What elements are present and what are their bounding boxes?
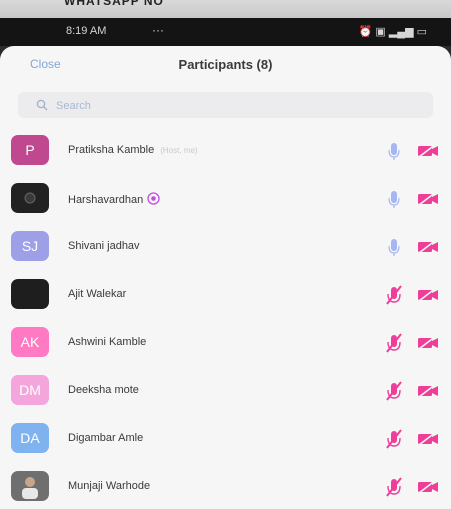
participant-row[interactable]: SJ Shivani jadhav [0, 226, 451, 274]
participant-name-text: Ashwini Kamble [68, 336, 147, 348]
host-tag: (Host, me) [160, 146, 198, 155]
participant-name-text: Shivani jadhav [68, 240, 140, 252]
participant-name: Shivani jadhav [68, 240, 140, 252]
avatar: SJ [11, 231, 49, 261]
camera-off-icon[interactable] [416, 479, 440, 495]
camera-off-icon[interactable] [416, 239, 440, 255]
verified-badge-icon [147, 192, 160, 208]
search-bar[interactable] [18, 92, 433, 118]
participant-name: Ashwini Kamble [68, 336, 146, 348]
mic-muted-icon[interactable] [384, 476, 404, 498]
participant-name-text: Deeksha mote [68, 384, 139, 396]
camera-off-icon[interactable] [416, 191, 440, 207]
search-icon [36, 99, 48, 111]
camera-off-icon[interactable] [416, 431, 440, 447]
status-overflow: ··· [152, 23, 164, 37]
mic-icon[interactable] [384, 236, 404, 258]
status-time: 8:19 AM [66, 25, 107, 37]
mic-muted-icon[interactable] [384, 428, 404, 450]
participant-name-text: Munjaji Warhode [68, 480, 151, 492]
mic-icon[interactable] [384, 140, 404, 162]
participant-name-text: Harshavardhan [68, 193, 144, 206]
mic-muted-icon[interactable] [384, 284, 404, 306]
signal-icon: ▂▄▆ [388, 26, 414, 38]
participant-row[interactable]: Harshavardhan [0, 178, 451, 226]
page-title: Participants (8) [178, 57, 273, 72]
avatar: DA [11, 423, 49, 453]
avatar: P [11, 135, 49, 165]
participant-name: Ajit Walekar [68, 288, 126, 300]
battery-icon: ▭ [416, 26, 427, 38]
status-icons: ⏰ ▣ ▂▄▆ ▭ [359, 25, 427, 38]
camera-off-icon[interactable] [416, 287, 440, 303]
alarm-icon: ⏰ [358, 26, 373, 38]
mic-icon[interactable] [384, 188, 404, 210]
status-bar: 8:19 AM ··· ⏰ ▣ ▂▄▆ ▭ [0, 18, 451, 46]
participant-row[interactable]: Ajit Walekar [0, 274, 451, 322]
frame-partial-text: WHATSAPP NO [64, 0, 164, 8]
participant-row[interactable]: Munjaji Warhode [0, 466, 451, 509]
participant-name: Deeksha mote [68, 384, 139, 396]
mic-muted-icon[interactable] [384, 332, 404, 354]
participant-row[interactable]: DA Digambar Amle [0, 418, 451, 466]
participant-name-text: Ajit Walekar [68, 288, 127, 300]
participant-name: Harshavardhan [68, 192, 160, 208]
avatar [11, 471, 49, 501]
avatar: DM [11, 375, 49, 405]
participant-name: Pratiksha Kamble (Host, me) [68, 144, 198, 156]
avatar [11, 279, 49, 309]
camera-off-icon[interactable] [416, 335, 440, 351]
participant-row[interactable]: P Pratiksha Kamble (Host, me) [0, 130, 451, 178]
battery-saver-icon: ▣ [375, 26, 386, 38]
participants-sheet: Close Participants (8) P Pratiksha Kamble… [0, 46, 451, 509]
camera-off-icon[interactable] [416, 383, 440, 399]
participant-name: Munjaji Warhode [68, 480, 150, 492]
avatar [11, 183, 49, 213]
search-input[interactable] [54, 96, 358, 116]
participant-list: P Pratiksha Kamble (Host, me) Harshavardhan… [0, 130, 451, 509]
participant-name-text: Digambar Amle [68, 432, 144, 444]
participant-name: Digambar Amle [68, 432, 143, 444]
participant-name-text: Pratiksha Kamble [68, 144, 155, 156]
mic-muted-icon[interactable] [384, 380, 404, 402]
participant-row[interactable]: DM Deeksha mote [0, 370, 451, 418]
camera-off-icon[interactable] [416, 143, 440, 159]
sheet-header: Close Participants (8) [0, 46, 451, 82]
participant-row[interactable]: AK Ashwini Kamble [0, 322, 451, 370]
avatar: AK [11, 327, 49, 357]
